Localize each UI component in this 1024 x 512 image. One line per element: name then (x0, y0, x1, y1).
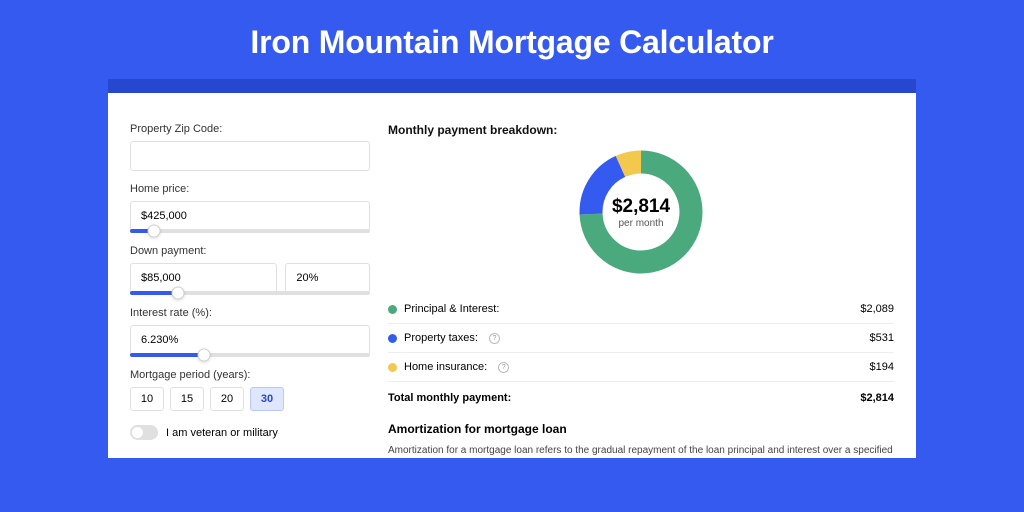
period-button-15[interactable]: 15 (170, 387, 204, 411)
info-icon[interactable]: ? (498, 362, 509, 373)
period-button-10[interactable]: 10 (130, 387, 164, 411)
home-price-label: Home price: (130, 183, 370, 195)
donut-chart: $2,814 per month (388, 147, 894, 277)
zip-input[interactable] (130, 141, 370, 171)
interest-rate-slider[interactable] (130, 353, 370, 357)
home-price-input[interactable] (130, 201, 370, 231)
zip-label: Property Zip Code: (130, 123, 370, 135)
calculator-card: Property Zip Code: Home price: Down paym… (108, 93, 916, 458)
amortization-title: Amortization for mortgage loan (388, 422, 894, 436)
legend-value: $194 (870, 361, 894, 373)
legend-label: Property taxes: (404, 332, 478, 344)
legend-label: Home insurance: (404, 361, 487, 373)
info-icon[interactable]: ? (489, 333, 500, 344)
total-row: Total monthly payment: $2,814 (388, 382, 894, 422)
legend-value: $2,089 (860, 303, 894, 315)
veteran-toggle[interactable] (130, 425, 158, 440)
breakdown-column: Monthly payment breakdown: $2,814 per mo… (388, 123, 894, 458)
total-label: Total monthly payment: (388, 392, 511, 404)
down-payment-group: Down payment: (130, 245, 370, 295)
amortization-text: Amortization for a mortgage loan refers … (388, 444, 894, 458)
total-value: $2,814 (860, 392, 894, 404)
veteran-label: I am veteran or military (166, 427, 278, 439)
legend-row-tax: Property taxes:? $531 (388, 324, 894, 353)
down-payment-percent-input[interactable] (285, 263, 370, 293)
down-payment-slider[interactable] (130, 291, 370, 295)
home-price-slider[interactable] (130, 229, 370, 233)
interest-rate-input[interactable] (130, 325, 370, 355)
legend-row-ins: Home insurance:? $194 (388, 353, 894, 382)
slider-thumb[interactable] (148, 225, 161, 238)
slider-thumb[interactable] (172, 287, 185, 300)
legend-label: Principal & Interest: (404, 303, 499, 315)
form-column: Property Zip Code: Home price: Down paym… (130, 123, 370, 458)
period-button-20[interactable]: 20 (210, 387, 244, 411)
zip-group: Property Zip Code: (130, 123, 370, 171)
breakdown-title: Monthly payment breakdown: (388, 123, 894, 137)
slider-thumb[interactable] (198, 349, 211, 362)
period-button-30[interactable]: 30 (250, 387, 284, 411)
interest-rate-label: Interest rate (%): (130, 307, 370, 319)
legend-swatch (388, 334, 397, 343)
interest-rate-group: Interest rate (%): (130, 307, 370, 357)
down-payment-label: Down payment: (130, 245, 370, 257)
page-title: Iron Mountain Mortgage Calculator (108, 0, 916, 79)
legend-value: $531 (870, 332, 894, 344)
legend-swatch (388, 363, 397, 372)
veteran-row: I am veteran or military (130, 425, 370, 440)
donut-center-sub: per month (618, 218, 663, 229)
period-group: Mortgage period (years): 10152030 (130, 369, 370, 411)
header-accent-bar (108, 79, 916, 93)
period-label: Mortgage period (years): (130, 369, 370, 381)
legend-row-pi: Principal & Interest: $2,089 (388, 295, 894, 324)
home-price-group: Home price: (130, 183, 370, 233)
down-payment-amount-input[interactable] (130, 263, 277, 293)
legend-swatch (388, 305, 397, 314)
donut-center-value: $2,814 (612, 196, 670, 218)
